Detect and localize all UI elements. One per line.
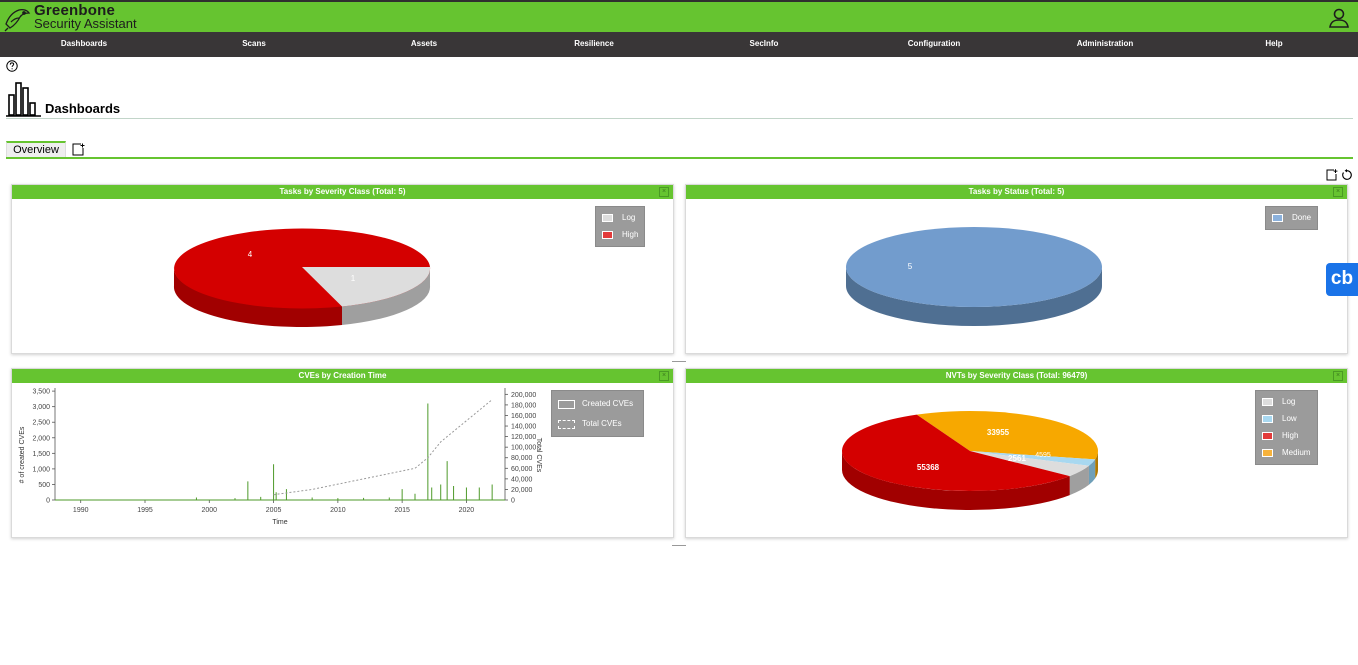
y2-tick-label: 100,000 (511, 445, 536, 452)
new-dashboard-icon[interactable] (72, 143, 85, 156)
panel-title[interactable]: NVTs by Severity Class (Total: 96479) (686, 369, 1347, 383)
y2-tick-label: 160,000 (511, 413, 536, 420)
close-icon[interactable]: × (659, 371, 669, 381)
tab-overview[interactable]: Overview (6, 141, 66, 158)
y-tick-label: 1,500 (32, 451, 50, 458)
y2-tick-label: 60,000 (511, 466, 533, 473)
legend-swatch (602, 231, 613, 239)
x-tick-label: 1990 (73, 507, 89, 514)
x-tick-label: 2010 (330, 507, 346, 514)
y2-tick-label: 0 (511, 498, 515, 505)
y2-tick-label: 140,000 (511, 424, 536, 431)
cves-by-creation-time-panel: CVEs by Creation Time × 0 500 1,000 1,500 2,… (11, 368, 674, 538)
y-tick-label: 3,500 (32, 389, 50, 396)
top-bar: Greenbone Security Assistant (0, 0, 1358, 32)
nvts-pie-chart: 33955 2561 4595 55368 (842, 411, 1098, 510)
x-tick-label: 1995 (137, 507, 153, 514)
legend-swatch (1262, 398, 1273, 406)
row-resize-handle[interactable] (672, 361, 686, 362)
close-icon[interactable]: × (1333, 187, 1343, 197)
y-tick-label: 0 (46, 498, 50, 505)
nav-administration[interactable]: Administration (1020, 32, 1190, 57)
x-tick-label: 2005 (266, 507, 282, 514)
legend-swatch (1262, 415, 1273, 423)
legend-swatch (1262, 432, 1273, 440)
y2-axis-label: Total CVEs (535, 438, 542, 473)
panel-title[interactable]: Tasks by Severity Class (Total: 5) (12, 185, 673, 199)
panel-title[interactable]: Tasks by Status (Total: 5) (686, 185, 1347, 199)
add-display-icon[interactable] (1326, 169, 1338, 181)
nav-secinfo[interactable]: SecInfo (680, 32, 848, 57)
legend: Done (1265, 206, 1318, 230)
x-axis-label: Time (272, 519, 287, 526)
nvts-by-severity-panel: NVTs by Severity Class (Total: 96479) × … (685, 368, 1348, 538)
slice-label-high: 55368 (917, 463, 940, 472)
pie-slices (842, 411, 1098, 491)
y2-tick-label: 120,000 (511, 434, 536, 441)
nav-dashboards[interactable]: Dashboards (0, 32, 168, 57)
page-title: Dashboards (45, 101, 121, 116)
x-tick-label: 2020 (459, 507, 475, 514)
slice-label-medium: 33955 (987, 428, 1010, 437)
tab-divider (6, 157, 1353, 159)
y-tick-label: 1,000 (32, 466, 50, 473)
row-resize-handle[interactable] (672, 545, 686, 546)
main-navigation: Dashboards Scans Assets Resilience SecIn… (0, 32, 1358, 57)
legend-swatch (1272, 214, 1283, 222)
tasks-by-severity-panel: Tasks by Severity Class (Total: 5) × 4 1… (11, 184, 674, 354)
nav-resilience[interactable]: Resilience (508, 32, 680, 57)
legend: Log High (595, 206, 645, 247)
y2-tick-label: 180,000 (511, 402, 536, 409)
y2-tick-label: 200,000 (511, 392, 536, 399)
legend-swatch (558, 400, 575, 409)
y-tick-label: 2,500 (32, 420, 50, 427)
x-tick-label: 2015 (394, 507, 410, 514)
nav-help[interactable]: Help (1190, 32, 1358, 57)
y-tick-label: 3,000 (32, 404, 50, 411)
tasks-severity-pie-chart: 4 1 (173, 228, 431, 328)
nav-scans[interactable]: Scans (168, 32, 340, 57)
nav-configuration[interactable]: Configuration (848, 32, 1020, 57)
legend-swatch (1262, 449, 1273, 457)
cb-extension-badge[interactable]: cb (1326, 263, 1358, 296)
slice-label-log: 1 (351, 274, 356, 283)
reset-dashboard-icon[interactable] (1341, 169, 1353, 181)
nav-assets[interactable]: Assets (340, 32, 508, 57)
tasks-status-pie-chart: 5 (846, 227, 1102, 326)
y2-tick-label: 40,000 (511, 476, 533, 483)
slice-label-log: 4595 (1035, 452, 1051, 459)
close-icon[interactable]: × (659, 187, 669, 197)
legend-swatch (602, 214, 613, 222)
title-divider (6, 118, 1353, 119)
dashboard-icon (6, 82, 41, 117)
close-icon[interactable]: × (1333, 371, 1343, 381)
legend-swatch (558, 420, 575, 429)
brand-subtitle: Security Assistant (34, 16, 137, 31)
legend: Log Low High Medium (1255, 390, 1318, 465)
legend: Created CVEs Total CVEs (551, 390, 644, 437)
help-icon[interactable] (6, 60, 18, 72)
y-tick-label: 500 (38, 482, 50, 489)
y2-tick-label: 20,000 (511, 487, 533, 494)
y-axis-label: # of created CVEs (19, 426, 26, 483)
created-cves-series[interactable] (55, 403, 505, 501)
user-menu-icon[interactable] (1328, 7, 1350, 29)
slice-label-low: 2561 (1008, 454, 1026, 463)
panel-title[interactable]: CVEs by Creation Time (12, 369, 673, 383)
pie-slice-done[interactable] (846, 227, 1102, 307)
total-cves-series[interactable] (273, 399, 493, 496)
slice-label-done: 5 (908, 262, 913, 271)
tasks-by-status-panel: Tasks by Status (Total: 5) × 5 Done (685, 184, 1348, 354)
chart-axes: 0 500 1,000 1,500 2,000 2,500 3,000 3,500 0 20,00… (32, 388, 536, 514)
y2-tick-label: 80,000 (511, 455, 533, 462)
greenbone-logo-icon[interactable] (3, 4, 31, 32)
y-tick-label: 2,000 (32, 435, 50, 442)
slice-label-high: 4 (248, 250, 253, 259)
x-tick-label: 2000 (201, 507, 217, 514)
